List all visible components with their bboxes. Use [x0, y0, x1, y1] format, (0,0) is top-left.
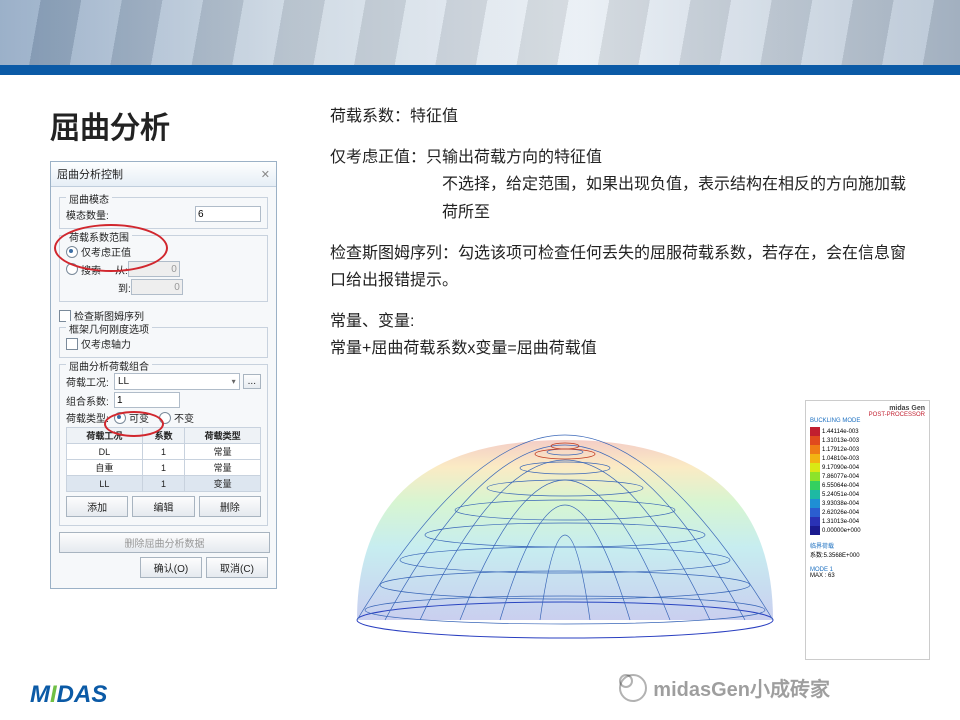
mode-count-input[interactable]	[195, 206, 261, 222]
close-icon[interactable]: ✕	[261, 168, 270, 181]
header-banner-image	[0, 0, 960, 65]
group-load-comb: 屈曲分析荷载组合 荷载工况: LL▾ ... 组合系数: 荷载类型: 可变	[59, 364, 268, 526]
edit-button[interactable]: 编辑	[132, 496, 194, 517]
table-row[interactable]: 自重1常量	[67, 460, 261, 476]
legend-item: 9.17090e-004	[810, 463, 925, 472]
factor-input[interactable]	[114, 392, 180, 408]
buckling-analysis-dialog: 屈曲分析控制 ✕ 屈曲模态 模态数量: 荷载系数范围 仅考虑正值	[50, 161, 277, 589]
check-axial-label: 仅考虑轴力	[81, 336, 131, 351]
mode-count-label: 模态数量:	[66, 207, 109, 222]
load-table: 荷载工况系数荷载类型 DL1常量 自重1常量 LL1变量	[66, 427, 261, 492]
color-legend: midas Gen POST-PROCESSOR BUCKLING MODE 1…	[805, 400, 930, 660]
legend-info1: 临界荷载	[810, 541, 925, 550]
group-frame: 框架几何刚度选项 仅考虑轴力	[59, 327, 268, 358]
dome-mesh-icon	[340, 410, 790, 640]
legend-item: 0.00000e+000	[810, 526, 925, 535]
legend-max: MAX : 63	[810, 573, 925, 579]
table-row[interactable]: DL1常量	[67, 444, 261, 460]
legend-item: 7.86077e-004	[810, 472, 925, 481]
legend-info2: 系数:5.3568E+000	[810, 550, 925, 559]
chevron-down-icon: ▾	[232, 377, 236, 386]
table-row[interactable]: LL1变量	[67, 476, 261, 492]
result-visualization: midas Gen POST-PROCESSOR BUCKLING MODE 1…	[340, 410, 930, 650]
cancel-button[interactable]: 取消(C)	[206, 557, 268, 578]
legend-item: 5.24051e-004	[810, 490, 925, 499]
group-mode-title: 屈曲模态	[66, 191, 112, 206]
legend-sub2: BUCKLING MODE	[810, 418, 925, 424]
dialog-title: 屈曲分析控制	[57, 166, 123, 182]
legend-item: 1.44114e-003	[810, 427, 925, 436]
to-label: 到:	[118, 280, 131, 295]
add-button[interactable]: 添加	[66, 496, 128, 517]
legend-item: 1.31013e-003	[810, 436, 925, 445]
legend-item: 3.93038e-004	[810, 499, 925, 508]
legend-title: midas Gen	[810, 405, 925, 412]
group-frame-title: 框架几何刚度选项	[66, 321, 152, 336]
page-title: 屈曲分析	[50, 103, 310, 147]
factor-label: 组合系数:	[66, 393, 114, 408]
delete-button[interactable]: 删除	[199, 496, 261, 517]
text-p1: 荷载系数：特征值	[330, 103, 920, 130]
annotation-oval-coef	[54, 224, 168, 272]
th-type: 荷载类型	[185, 428, 261, 444]
legend-item: 1.17912e-003	[810, 445, 925, 454]
annotation-oval-type	[104, 411, 164, 437]
text-p4: 常量、变量: 常量+屈曲荷载系数x变量=屈曲荷载值	[330, 308, 920, 362]
legend-item: 1.31013e-004	[810, 517, 925, 526]
to-input[interactable]	[131, 279, 183, 295]
legend-item: 1.04810e-003	[810, 454, 925, 463]
load-case-select[interactable]: LL ▾	[114, 373, 240, 390]
load-case-label: 荷载工况:	[66, 374, 114, 389]
group-comb-title: 屈曲分析荷载组合	[66, 358, 152, 373]
legend-item: 2.62026e-004	[810, 508, 925, 517]
watermark: midasGen小成砖家	[619, 673, 830, 702]
group-coef-range: 荷载系数范围 仅考虑正值 搜索 从: 到:	[59, 235, 268, 302]
text-p2: 仅考虑正值：只输出荷载方向的特征值 不选择，给定范围，如果出现负值，表示结构在相…	[330, 144, 920, 226]
wechat-icon	[619, 674, 647, 702]
legend-item: 6.55064e-004	[810, 481, 925, 490]
ok-button[interactable]: 确认(O)	[140, 557, 202, 578]
check-axial-only[interactable]	[66, 338, 78, 350]
midas-logo: MIDAS	[30, 681, 107, 709]
load-case-value: LL	[118, 376, 129, 387]
watermark-text: midasGen小成砖家	[653, 673, 830, 702]
group-mode: 屈曲模态 模态数量:	[59, 197, 268, 229]
remove-data-button[interactable]: 删除屈曲分析数据	[59, 532, 270, 553]
check-sturm[interactable]	[59, 310, 71, 322]
radio-constant-label: 不变	[174, 410, 194, 425]
more-button[interactable]: ...	[243, 374, 261, 389]
header-accent-bar	[0, 65, 960, 75]
text-p3: 检查斯图姆序列：勾选该项可检查任何丢失的屈服荷载系数，若存在，会在信息窗口给出报…	[330, 240, 920, 294]
